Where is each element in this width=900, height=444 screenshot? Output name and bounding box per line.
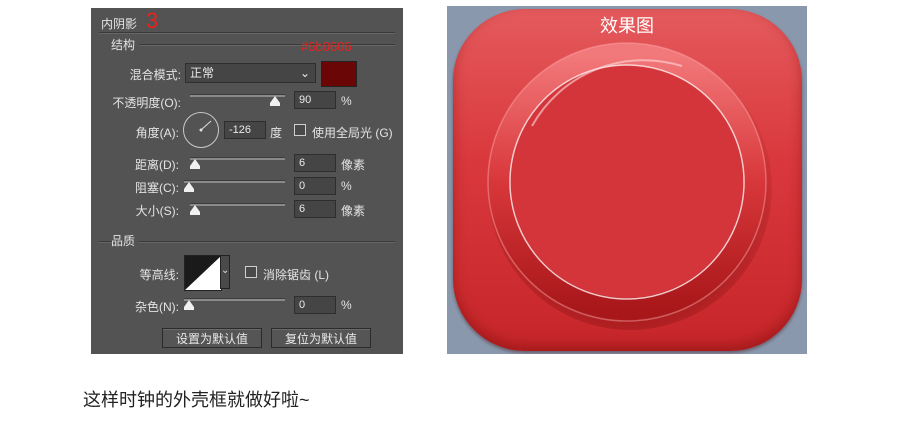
set-as-default-button[interactable]: 设置为默认值 [162,328,262,348]
linear-contour-icon [185,256,221,290]
angle-label: 角度(A): [135,126,179,140]
angle-dial[interactable] [183,112,219,148]
contour-label: 等高线: [139,268,179,282]
distance-slider-thumb[interactable] [190,159,200,169]
size-slider-track[interactable] [190,203,285,206]
size-input[interactable]: 6 [294,200,336,218]
opacity-unit: % [341,94,352,108]
divider [99,32,395,34]
divider [139,44,395,46]
blend-mode-select[interactable]: 正常 ⌄ [185,63,316,83]
preview-title: 效果图 [600,16,654,36]
chevron-down-icon: ⌄ [221,265,230,276]
distance-label: 距离(D): [135,158,179,172]
noise-input[interactable]: 0 [294,296,336,314]
quality-heading: 品质 [111,234,136,248]
noise-slider-track[interactable] [184,298,285,301]
noise-slider-thumb[interactable] [184,300,194,310]
choke-label: 阻塞(C): [135,181,179,195]
anti-alias-checkbox[interactable] [245,266,257,278]
structure-heading: 结构 [111,38,136,52]
reset-to-default-button[interactable]: 复位为默认值 [271,328,371,348]
blend-mode-value: 正常 [190,66,215,80]
distance-unit: 像素 [341,158,366,172]
opacity-slider-thumb[interactable] [270,96,280,106]
angle-input[interactable]: -126 [224,121,266,139]
shadow-color-swatch[interactable] [321,61,357,87]
inner-shadow-panel: 内阴影 3 结构 #6b0606 混合模式: 正常 ⌄ 不透明度(O): 90 … [91,8,403,354]
choke-input[interactable]: 0 [294,177,336,195]
contour-dropdown[interactable]: ⌄ [220,255,230,289]
size-unit: 像素 [341,204,366,218]
effect-preview: 效果图 [447,6,807,354]
hex-color-annotation: #6b0606 [301,39,352,54]
divider [139,241,395,243]
noise-unit: % [341,298,352,312]
opacity-label: 不透明度(O): [112,96,181,110]
choke-unit: % [341,179,352,193]
noise-label: 杂色(N): [135,300,179,314]
opacity-input[interactable]: 90 [294,91,336,109]
contour-preview[interactable] [184,255,222,291]
global-light-label: 使用全局光 (G) [312,126,393,140]
angle-unit: 度 [270,126,283,140]
choke-slider-track[interactable] [184,180,285,183]
step-number-annotation: 3 [146,8,159,33]
panel-title: 内阴影 [101,17,138,31]
distance-slider-track[interactable] [190,157,285,160]
distance-input[interactable]: 6 [294,154,336,172]
clock-ring-icon [487,42,772,330]
chevron-down-icon: ⌄ [299,66,310,80]
size-label: 大小(S): [135,204,179,218]
size-slider-thumb[interactable] [190,205,200,215]
caption-text: 这样时钟的外壳框就做好啦~ [83,390,310,410]
global-light-checkbox[interactable] [294,124,306,136]
blend-mode-label: 混合模式: [129,68,181,82]
anti-alias-label: 消除锯齿 (L) [263,268,330,282]
choke-slider-thumb[interactable] [184,182,194,192]
angle-dial-needle [199,120,212,132]
